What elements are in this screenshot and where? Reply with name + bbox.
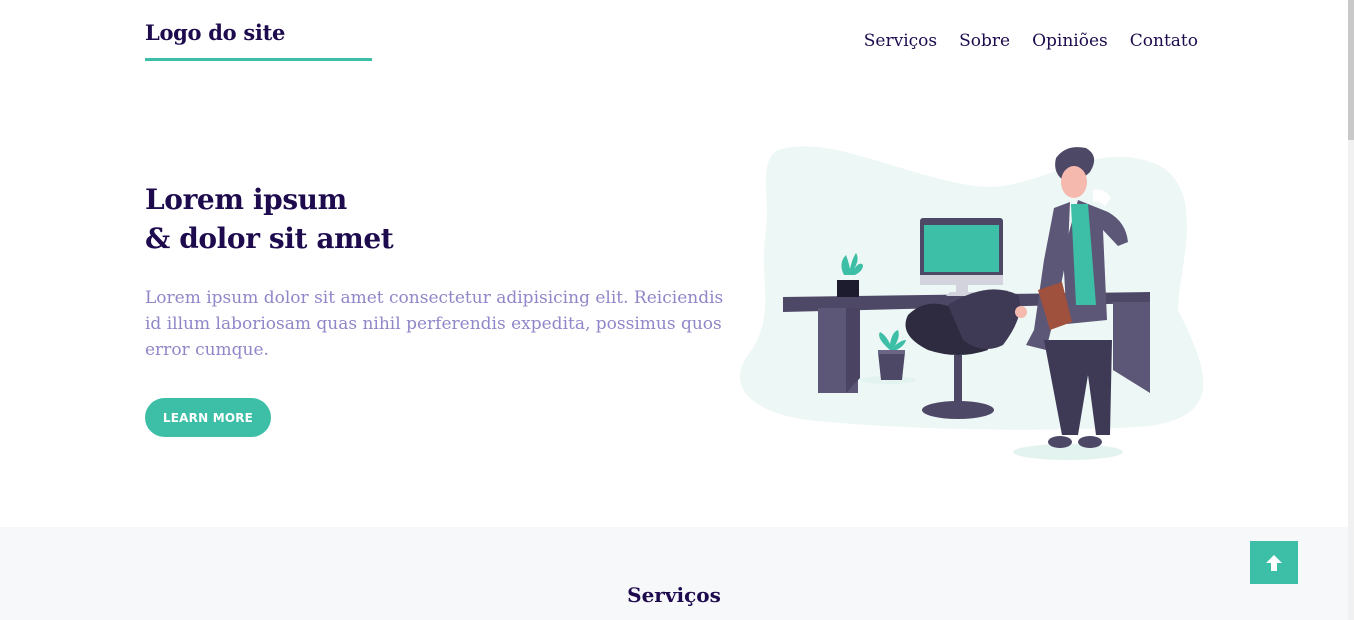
- arrow-up-icon: [1266, 554, 1282, 571]
- site-logo[interactable]: Logo do site: [145, 20, 285, 45]
- office-illustration: [739, 146, 1204, 460]
- learn-more-button[interactable]: LEARN MORE: [145, 398, 271, 437]
- hero-section: Lorem ipsum & dolor sit amet Lorem ipsum…: [145, 180, 735, 437]
- services-title: Serviços: [627, 583, 721, 607]
- site-header: Logo do site Serviços Sobre Opiniões Con…: [145, 20, 1198, 65]
- hero-title-line-2: & dolor sit amet: [145, 222, 394, 255]
- nav-opinioes[interactable]: Opiniões: [1032, 31, 1108, 51]
- back-to-top-button[interactable]: [1250, 541, 1298, 584]
- main-nav: Serviços Sobre Opiniões Contato: [864, 31, 1198, 51]
- hero-title: Lorem ipsum & dolor sit amet: [145, 180, 735, 258]
- hero-title-line-1: Lorem ipsum: [145, 183, 347, 216]
- nav-contato[interactable]: Contato: [1130, 31, 1198, 51]
- logo-underline: [145, 58, 372, 61]
- scrollbar-thumb[interactable]: [1348, 0, 1354, 140]
- hero-description: Lorem ipsum dolor sit amet consectetur a…: [145, 288, 724, 360]
- page-scrollbar[interactable]: [1348, 0, 1354, 620]
- services-section: Serviços: [0, 527, 1348, 620]
- nav-servicos[interactable]: Serviços: [864, 31, 937, 51]
- nav-sobre[interactable]: Sobre: [959, 31, 1010, 51]
